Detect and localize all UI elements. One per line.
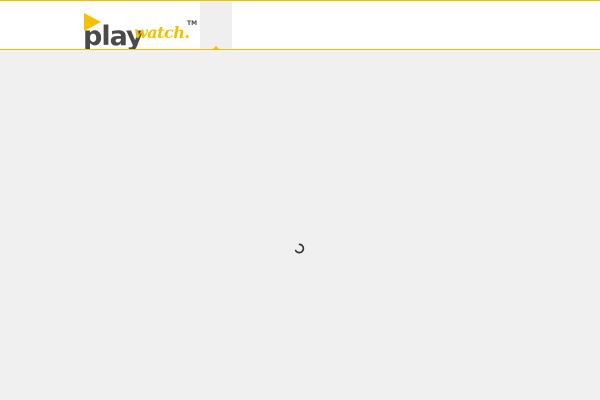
top-header: play watch. TM xyxy=(0,0,600,50)
main-content-area xyxy=(0,50,600,400)
trademark-mark: TM xyxy=(187,20,197,27)
logo-word-watch: watch. xyxy=(134,23,190,42)
loading-spinner-icon xyxy=(294,243,305,254)
nav-tab-active[interactable] xyxy=(200,1,232,49)
playwatch-logo[interactable]: play watch. TM xyxy=(82,7,197,49)
